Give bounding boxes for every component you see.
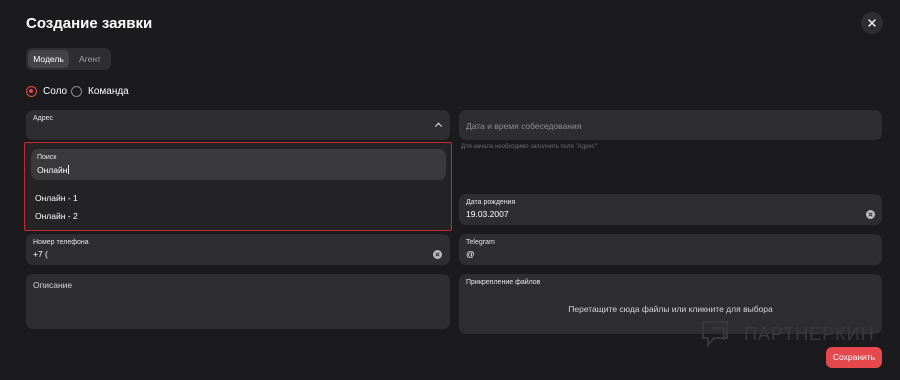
birthdate-value: 19.03.2007 [466, 209, 509, 219]
address-option-2[interactable]: Онлайн - 2 [35, 211, 78, 221]
address-option-1[interactable]: Онлайн - 1 [35, 193, 78, 203]
radio-team[interactable]: Команда [71, 84, 129, 98]
role-tabs: Модель Агент [26, 48, 111, 70]
close-icon [868, 19, 876, 27]
telegram-field[interactable]: Telegram @ [459, 234, 882, 265]
text-cursor [68, 165, 70, 174]
description-label: Описание [33, 280, 73, 290]
search-input[interactable]: Онлайн [37, 165, 70, 175]
phone-field[interactable]: Номер телефона +7 ( [26, 234, 450, 265]
address-search-field[interactable]: Поиск Онлайн [31, 149, 446, 180]
clear-icon [868, 212, 873, 217]
interview-placeholder: Дата и время собеседования [466, 121, 582, 131]
telegram-input[interactable]: @ [466, 249, 475, 259]
radio-unchecked-icon [71, 85, 82, 97]
address-label: Адрес [33, 115, 54, 122]
radio-solo[interactable]: Соло [26, 84, 67, 98]
interview-hint: Для начала необходимо заполнить поле "Ад… [461, 144, 597, 150]
search-label: Поиск [37, 154, 57, 161]
save-button[interactable]: Сохранить [826, 347, 882, 368]
tab-model[interactable]: Модель [28, 50, 69, 68]
radio-checked-icon [26, 85, 37, 97]
description-textarea[interactable]: Описание [26, 274, 450, 329]
birthdate-label: Дата рождения [466, 199, 516, 206]
modal-title: Создание заявки [26, 15, 153, 32]
radio-team-label: Команда [88, 85, 129, 97]
search-input-value: Онлайн [37, 165, 68, 175]
chevron-up-icon [435, 122, 442, 127]
phone-label: Номер телефона [33, 239, 89, 246]
address-dropdown: Поиск Онлайн Онлайн - 1 Онлайн - 2 [24, 142, 452, 231]
attachments-label: Прикрепление файлов [466, 279, 541, 286]
close-button[interactable] [861, 12, 883, 34]
chat-logo-icon [702, 321, 728, 348]
tab-agent[interactable]: Агент [71, 50, 109, 68]
clear-birthdate-button[interactable] [866, 210, 875, 219]
clear-phone-button[interactable] [433, 250, 442, 259]
address-select[interactable]: Адрес [26, 110, 450, 140]
radio-solo-label: Соло [43, 85, 68, 97]
telegram-label: Telegram [466, 239, 495, 246]
interview-datetime-field[interactable]: Дата и время собеседования [459, 110, 882, 140]
phone-input[interactable]: +7 ( [33, 249, 48, 259]
watermark: ПАРТНЕРКИН [700, 318, 875, 350]
dropzone-text: Перетащите сюда файлы или кликните для в… [568, 304, 773, 314]
clear-icon [435, 252, 440, 257]
birthdate-field[interactable]: Дата рождения 19.03.2007 [459, 194, 882, 225]
watermark-text: ПАРТНЕРКИН [744, 323, 875, 344]
